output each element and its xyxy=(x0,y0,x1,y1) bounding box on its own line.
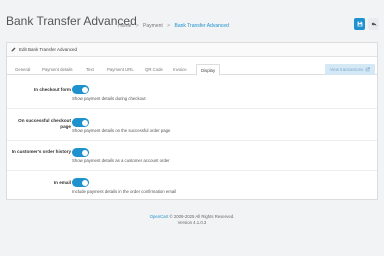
order-history-toggle[interactable] xyxy=(72,148,89,157)
setting-help: Include payment details in the order con… xyxy=(72,189,177,194)
tab-general[interactable]: General xyxy=(11,64,34,75)
tab-text[interactable]: Text xyxy=(82,64,98,75)
panel-heading-text: Edit Bank Transfer Advanced xyxy=(19,47,78,52)
tab-bar: General Payment details Text Payment URL… xyxy=(7,64,377,76)
setting-help: Show payment details on the successful o… xyxy=(72,128,171,133)
setting-row-email: In email Include payment details in the … xyxy=(7,170,377,199)
breadcrumb-separator: > xyxy=(167,23,171,29)
setting-help: Show payment details during checkout xyxy=(72,96,146,101)
checkout-form-toggle[interactable] xyxy=(72,85,89,94)
breadcrumb-current[interactable]: Bank Transfer Advanced xyxy=(174,23,228,29)
setting-row-order-history: In customer's order history Show payment… xyxy=(7,140,377,170)
footer-version: Version 4.1.0.3 xyxy=(177,220,207,225)
edit-panel: Edit Bank Transfer Advanced General Paym… xyxy=(6,42,378,200)
footer-copyright: © 2009-2025 All Rights Reserved. xyxy=(169,214,235,219)
setting-label: In email xyxy=(53,180,71,185)
page-footer: OpenCart © 2009-2025 All Rights Reserved… xyxy=(0,214,384,226)
pencil-icon xyxy=(11,47,16,52)
tab-display[interactable]: Display xyxy=(196,64,221,76)
reply-icon xyxy=(371,22,376,27)
tab-qr-code[interactable]: QR Code xyxy=(141,64,167,75)
tab-payment-details[interactable]: Payment details xyxy=(38,64,77,75)
setting-label: In checkout form xyxy=(33,87,71,92)
view-transactions-button[interactable]: View transactions xyxy=(325,64,375,75)
setting-row-checkout-form: In checkout form Show payment details du… xyxy=(7,81,377,108)
email-toggle[interactable] xyxy=(72,178,89,187)
breadcrumb-separator: > xyxy=(135,23,139,29)
tab-invoice[interactable]: Invoice xyxy=(169,64,191,75)
successful-checkout-toggle[interactable] xyxy=(72,118,89,127)
setting-label: In customer's order history xyxy=(11,149,71,154)
footer-brand-link[interactable]: OpenCart xyxy=(150,214,169,219)
save-button[interactable] xyxy=(354,18,365,30)
back-button[interactable] xyxy=(368,18,379,30)
save-icon xyxy=(357,21,362,27)
external-link-icon xyxy=(365,67,371,72)
page-header: Bank Transfer Advanced Home > Payment > … xyxy=(0,0,384,38)
setting-help: Show payment details as a customer accou… xyxy=(72,158,170,163)
setting-row-successful-checkout: On successful checkout page Show payment… xyxy=(7,108,377,140)
tab-payment-url[interactable]: Payment URL xyxy=(103,64,138,75)
setting-label: On successful checkout page xyxy=(18,118,71,129)
breadcrumb-payment[interactable]: Payment xyxy=(143,23,163,29)
panel-heading: Edit Bank Transfer Advanced xyxy=(7,43,377,57)
breadcrumb: Home > Payment > Bank Transfer Advanced xyxy=(118,23,229,29)
view-transactions-label: View transactions xyxy=(329,67,364,72)
breadcrumb-home[interactable]: Home xyxy=(118,23,131,29)
